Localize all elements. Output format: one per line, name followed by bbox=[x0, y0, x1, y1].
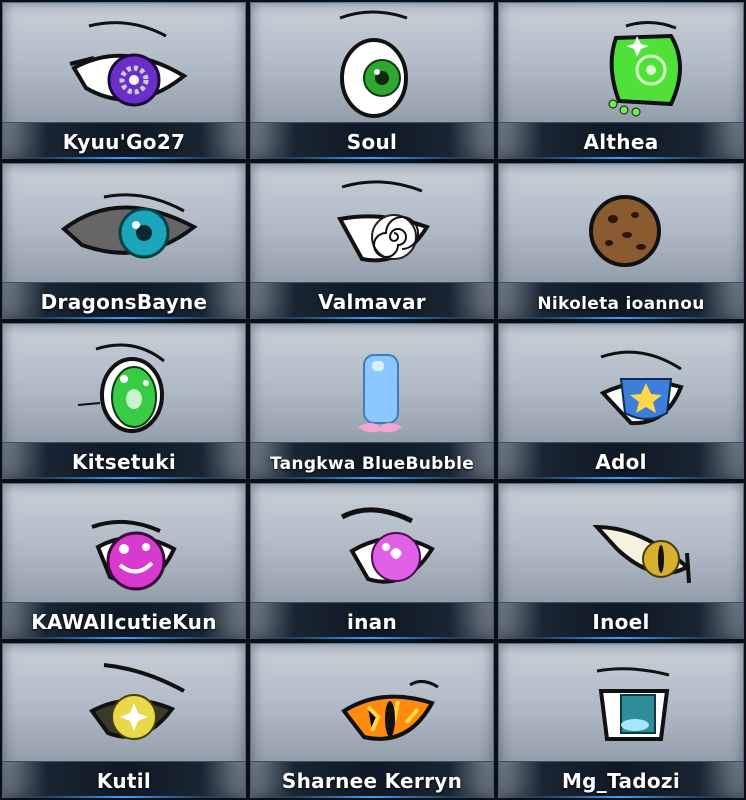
tile-tangkwa-bluebubble[interactable]: Tangkwa BlueBubble bbox=[248, 321, 496, 481]
green-shiny-eye-icon bbox=[77, 343, 165, 433]
spiral-eye-icon bbox=[336, 180, 431, 263]
player-name: inan bbox=[346, 610, 398, 634]
tile-dragonsbayne[interactable]: DragonsBayne bbox=[0, 161, 248, 321]
player-name: Mg_Tadozi bbox=[561, 769, 681, 793]
player-name: Valmavar bbox=[318, 290, 426, 314]
blue-bubble-icon bbox=[358, 354, 402, 433]
yellow-star-eye-icon bbox=[89, 663, 185, 740]
player-name: Adol bbox=[595, 450, 647, 474]
cat-eye-icon bbox=[592, 524, 691, 584]
player-name: Kyuu'Go27 bbox=[62, 130, 186, 154]
player-name: Sharnee Kerryn bbox=[281, 769, 463, 793]
pink-sparkle-eye-icon bbox=[340, 507, 435, 584]
tile-nikoleta-ioannou[interactable]: Nikoleta ioannou bbox=[496, 161, 746, 321]
tile-kyuugo27[interactable]: Kyuu'Go27 bbox=[0, 0, 248, 161]
player-name: Inoel bbox=[592, 610, 650, 634]
tile-mg-tadozi[interactable]: Mg_Tadozi bbox=[496, 641, 746, 800]
green-round-eye-icon bbox=[339, 10, 408, 118]
cookie-icon bbox=[589, 195, 661, 267]
orange-dragon-eye-icon bbox=[341, 680, 439, 741]
avatar-eye-grid: Kyuu'Go27 Soul Althea DragonsBayne Valma… bbox=[0, 0, 746, 800]
teal-square-eye-icon bbox=[596, 667, 670, 741]
tile-kawaiicutiekun[interactable]: KAWAIIcutieKun bbox=[0, 481, 248, 641]
tile-kitsetuki[interactable]: Kitsetuki bbox=[0, 321, 248, 481]
star-eye-icon bbox=[599, 350, 684, 426]
player-name: Nikoleta ioannou bbox=[537, 294, 705, 314]
tile-soul[interactable]: Soul bbox=[248, 0, 496, 161]
green-sparkle-eye-icon bbox=[608, 21, 682, 117]
tile-althea[interactable]: Althea bbox=[496, 0, 746, 161]
tile-adol[interactable]: Adol bbox=[496, 321, 746, 481]
tile-inan[interactable]: inan bbox=[248, 481, 496, 641]
tile-inoel[interactable]: Inoel bbox=[496, 481, 746, 641]
player-name: Althea bbox=[583, 130, 659, 154]
player-name: Kutil bbox=[96, 769, 152, 793]
player-name: Tangkwa BlueBubble bbox=[269, 454, 475, 474]
player-name: Soul bbox=[346, 130, 398, 154]
pink-swirl-eye-icon bbox=[91, 519, 177, 591]
player-name: DragonsBayne bbox=[40, 290, 208, 314]
teal-eye-icon bbox=[60, 193, 198, 259]
tile-valmavar[interactable]: Valmavar bbox=[248, 161, 496, 321]
player-name: Kitsetuki bbox=[71, 450, 177, 474]
tile-sharnee-kerryn[interactable]: Sharnee Kerryn bbox=[248, 641, 496, 800]
purple-gear-eye-icon bbox=[69, 21, 188, 107]
player-name: KAWAIIcutieKun bbox=[31, 610, 217, 634]
tile-kutil[interactable]: Kutil bbox=[0, 641, 248, 800]
